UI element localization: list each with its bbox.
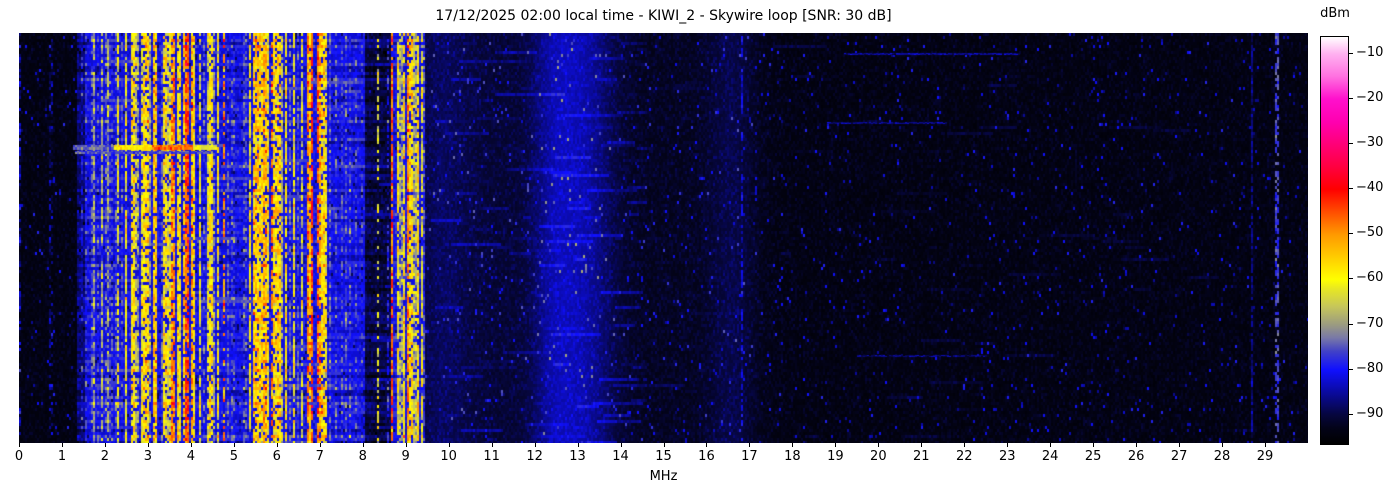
x-tick-mark bbox=[534, 443, 536, 447]
x-tick-label: 26 bbox=[1127, 449, 1145, 464]
x-tick-mark bbox=[104, 443, 106, 447]
x-tick-mark bbox=[319, 443, 321, 447]
x-tick-mark bbox=[1136, 443, 1138, 447]
x-tick-mark bbox=[1050, 443, 1052, 447]
x-tick-label: 12 bbox=[526, 449, 543, 464]
x-tick-label: 5 bbox=[229, 449, 238, 464]
colorbar-tick-mark bbox=[1349, 53, 1353, 55]
x-tick-mark bbox=[190, 443, 192, 447]
x-tick-mark bbox=[147, 443, 149, 447]
x-tick-label: 8 bbox=[358, 449, 367, 464]
x-tick-mark bbox=[61, 443, 63, 447]
colorbar-gradient bbox=[1320, 36, 1349, 445]
colorbar-tick-label: −70 bbox=[1356, 315, 1384, 331]
colorbar-tick-label: −10 bbox=[1356, 45, 1384, 61]
chart-title: 17/12/2025 02:00 local time - KIWI_2 - S… bbox=[435, 8, 892, 24]
colorbar-tick-mark bbox=[1349, 368, 1353, 370]
colorbar-tick-label: −80 bbox=[1356, 360, 1384, 376]
colorbar-tick-mark bbox=[1349, 278, 1353, 280]
x-tick-mark bbox=[1007, 443, 1009, 447]
x-tick-mark bbox=[792, 443, 794, 447]
x-tick-mark bbox=[620, 443, 622, 447]
colorbar-tick-label: −60 bbox=[1356, 270, 1384, 286]
colorbar-unit-label: dBm bbox=[1320, 6, 1350, 21]
x-tick-mark bbox=[233, 443, 235, 447]
x-tick-label: 28 bbox=[1213, 449, 1231, 464]
colorbar-tick-mark bbox=[1349, 188, 1353, 190]
x-tick-label: 1 bbox=[57, 449, 67, 464]
x-tick-mark bbox=[1265, 443, 1267, 447]
x-tick-label: 20 bbox=[870, 449, 887, 464]
x-tick-label: 15 bbox=[655, 449, 672, 464]
colorbar-tick-mark bbox=[1349, 143, 1353, 145]
x-tick-label: 0 bbox=[14, 449, 24, 464]
colorbar-tick-label: −40 bbox=[1356, 180, 1384, 196]
x-tick-mark bbox=[706, 443, 708, 447]
x-tick-label: 27 bbox=[1170, 449, 1188, 464]
colorbar-tick-mark bbox=[1349, 233, 1353, 235]
x-tick-mark bbox=[19, 443, 20, 447]
x-tick-mark bbox=[405, 443, 407, 447]
x-tick-label: 11 bbox=[483, 449, 500, 464]
x-tick-mark bbox=[577, 443, 579, 447]
x-tick-mark bbox=[1093, 443, 1095, 447]
colorbar-tick-label: −30 bbox=[1356, 135, 1384, 151]
x-tick-label: 16 bbox=[698, 449, 715, 464]
x-tick-mark bbox=[964, 443, 966, 447]
x-tick-mark bbox=[276, 443, 278, 447]
x-tick-label: 22 bbox=[955, 449, 973, 464]
x-tick-label: 25 bbox=[1084, 449, 1102, 464]
x-axis-label: MHz bbox=[649, 469, 678, 484]
colorbar-tick-mark bbox=[1349, 323, 1353, 325]
colorbar-tick-label: −50 bbox=[1356, 225, 1384, 241]
x-tick-label: 19 bbox=[827, 449, 844, 464]
x-tick-label: 7 bbox=[315, 449, 324, 464]
x-tick-mark bbox=[491, 443, 493, 447]
x-tick-label: 3 bbox=[143, 449, 153, 464]
x-tick-label: 4 bbox=[186, 449, 195, 464]
x-tick-mark bbox=[448, 443, 450, 447]
x-tick-label: 18 bbox=[784, 449, 801, 464]
colorbar-tick-label: −20 bbox=[1356, 90, 1384, 106]
colorbar-tick-label: −90 bbox=[1356, 405, 1384, 421]
colorbar-tick-mark bbox=[1349, 413, 1353, 415]
x-tick-label: 14 bbox=[612, 449, 629, 464]
x-tick-mark bbox=[1179, 443, 1181, 447]
x-tick-mark bbox=[749, 443, 751, 447]
waterfall-heatmap bbox=[19, 33, 1308, 443]
x-tick-label: 6 bbox=[272, 449, 281, 464]
x-tick-mark bbox=[835, 443, 837, 447]
x-tick-mark bbox=[663, 443, 665, 447]
x-tick-label: 17 bbox=[741, 449, 758, 464]
x-tick-mark bbox=[921, 443, 923, 447]
x-tick-label: 9 bbox=[401, 449, 410, 464]
x-tick-label: 13 bbox=[569, 449, 586, 464]
x-tick-label: 10 bbox=[440, 449, 457, 464]
x-tick-label: 21 bbox=[913, 449, 930, 464]
x-tick-label: 24 bbox=[1041, 449, 1059, 464]
x-tick-label: 2 bbox=[100, 449, 110, 464]
x-tick-label: 23 bbox=[998, 449, 1016, 464]
x-tick-mark bbox=[362, 443, 364, 447]
x-tick-mark bbox=[878, 443, 880, 447]
x-tick-mark bbox=[1222, 443, 1224, 447]
spectrogram-figure: 17/12/2025 02:00 local time - KIWI_2 - S… bbox=[0, 0, 1400, 500]
x-tick-label: 29 bbox=[1256, 449, 1274, 464]
colorbar-tick-mark bbox=[1349, 98, 1353, 100]
